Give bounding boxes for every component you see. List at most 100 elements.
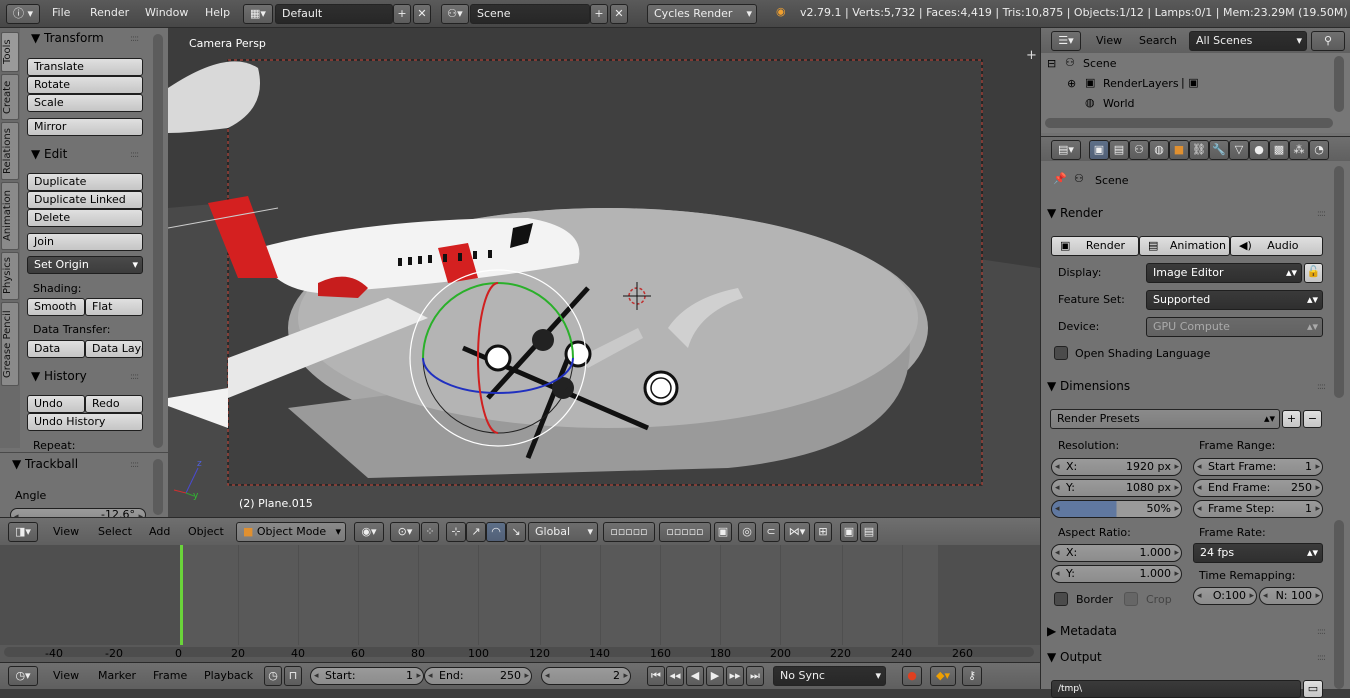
outliner-h-scrollbar[interactable] (1045, 118, 1333, 128)
prev-keyframe-button[interactable]: ◂◂ (666, 666, 684, 686)
menu-view[interactable]: View (1096, 34, 1122, 47)
layer-buttons-2[interactable]: ▫▫▫▫▫ (659, 522, 711, 542)
manipulate-center-button[interactable]: ⁘ (421, 522, 439, 542)
current-frame-field[interactable]: 2 (541, 667, 631, 685)
timeline-scrollbar[interactable] (4, 647, 1034, 657)
tab-object-context[interactable]: ■ (1169, 140, 1189, 160)
tab-physics-context[interactable]: ◔ (1309, 140, 1329, 160)
end-frame-prop-field[interactable]: End Frame: 250 (1193, 479, 1323, 497)
play-reverse-button[interactable]: ◀ (686, 666, 704, 686)
translate-button[interactable]: Translate (27, 58, 143, 76)
scale-button[interactable]: Scale (27, 94, 143, 112)
tab-constraints-context[interactable]: ⛓ (1189, 140, 1209, 160)
layout-name-field[interactable]: Default (275, 4, 393, 24)
menu-search[interactable]: Search (1139, 34, 1177, 47)
start-frame-field[interactable]: Start: 1 (310, 667, 424, 685)
transform-orientation-dropdown[interactable]: Global ▾ (528, 522, 598, 542)
snap-toggle[interactable]: ⊂ (762, 522, 780, 542)
tool-shelf-scrollbar[interactable] (153, 34, 163, 448)
menu-add[interactable]: Add (149, 525, 170, 538)
add-preset-button[interactable]: + (1282, 410, 1301, 428)
frame-rate-dropdown[interactable]: 24 fps ▴▾ (1193, 543, 1323, 563)
sync-mode-dropdown[interactable]: No Sync ▾ (773, 666, 886, 686)
animation-button[interactable]: ▤ Animation (1139, 236, 1230, 256)
metadata-panel-header[interactable]: ▶ Metadata:::: (1047, 624, 1327, 646)
render-button[interactable]: ▣ Render (1051, 236, 1139, 256)
frame-step-field[interactable]: Frame Step: 1 (1193, 500, 1323, 518)
panel-grip-icon[interactable]: :::: (130, 372, 139, 382)
resolution-y-field[interactable]: Y: 1080 px (1051, 479, 1182, 497)
jump-start-button[interactable]: ⏮ (647, 666, 665, 686)
viewport-shading-dropdown[interactable]: ◉▾ (354, 522, 384, 542)
panel-grip-icon[interactable]: :::: (130, 150, 139, 160)
aspect-x-field[interactable]: X: 1.000 (1051, 544, 1182, 562)
scale-manipulator-button[interactable]: ↘ (506, 522, 526, 542)
timeline-editor-type-button[interactable]: ◷▾ (8, 666, 38, 686)
preview-range-button[interactable]: ◷ (264, 666, 282, 686)
add-scene-button[interactable]: + (590, 4, 608, 24)
expand-icon[interactable]: ⊕ (1067, 77, 1076, 90)
redo-button[interactable]: Redo (85, 395, 143, 413)
tab-render-layers-context[interactable]: ▤ (1109, 140, 1129, 160)
outliner-search-button[interactable]: ⚲ (1311, 31, 1345, 51)
outliner-v-scrollbar[interactable] (1334, 56, 1344, 112)
menu-frame[interactable]: Frame (153, 669, 187, 682)
lock-range-button[interactable]: ⊓ (284, 666, 302, 686)
insert-keyframe-button[interactable]: ⚷ (962, 666, 982, 686)
snap-element-dropdown[interactable]: ⋈▾ (784, 522, 810, 542)
remove-preset-button[interactable]: − (1303, 410, 1322, 428)
edit-panel-header[interactable]: ▼ Edit (31, 147, 67, 161)
tab-material-context[interactable]: ● (1249, 140, 1269, 160)
tab-modifiers-context[interactable]: 🔧 (1209, 140, 1229, 160)
undo-history-button[interactable]: Undo History (27, 413, 143, 431)
render-animation-button[interactable]: ▤ (860, 522, 878, 542)
tab-grease-pencil[interactable]: Grease Pencil (1, 302, 19, 386)
end-frame-field[interactable]: End: 250 (424, 667, 532, 685)
properties-editor-type-button[interactable]: ▤▾ (1051, 140, 1081, 160)
menu-playback[interactable]: Playback (204, 669, 253, 682)
time-remap-old-field[interactable]: O:100 (1193, 587, 1257, 605)
menu-marker[interactable]: Marker (98, 669, 136, 682)
tab-physics[interactable]: Physics (1, 252, 19, 300)
properties-lower-scrollbar[interactable] (1334, 520, 1344, 689)
manipulator-toggle[interactable]: ⊹ (446, 522, 466, 542)
crop-checkbox[interactable] (1124, 592, 1138, 606)
tab-animation[interactable]: Animation (1, 182, 19, 250)
menu-file[interactable]: File (52, 6, 70, 19)
keying-set-dropdown[interactable]: ◆▾ (930, 666, 956, 686)
border-checkbox[interactable] (1054, 592, 1068, 606)
pin-icon[interactable]: 📌 (1053, 172, 1067, 185)
device-dropdown[interactable]: GPU Compute ▴▾ (1146, 317, 1323, 337)
duplicate-linked-button[interactable]: Duplicate Linked (27, 191, 143, 209)
set-origin-dropdown[interactable]: Set Origin ▾ (27, 256, 143, 274)
dimensions-panel-header[interactable]: ▼ Dimensions:::: (1047, 379, 1327, 401)
pivot-point-dropdown[interactable]: ⊙▾ (390, 522, 420, 542)
menu-view[interactable]: View (53, 525, 79, 538)
layer-buttons-1[interactable]: ▫▫▫▫▫ (603, 522, 655, 542)
menu-render[interactable]: Render (90, 6, 129, 19)
scene-name-field[interactable]: Scene (470, 4, 590, 24)
play-button[interactable]: ▶ (706, 666, 724, 686)
aspect-y-field[interactable]: Y: 1.000 (1051, 565, 1182, 583)
tab-tools[interactable]: Tools (1, 32, 19, 72)
output-path-field[interactable]: /tmp\ (1051, 680, 1301, 698)
snap-target-button[interactable]: ⊞ (814, 522, 832, 542)
operator-scrollbar[interactable] (153, 459, 163, 515)
tab-particles-context[interactable]: ⁂ (1289, 140, 1309, 160)
remove-layout-button[interactable]: ✕ (413, 4, 431, 24)
expand-icon[interactable]: ⊟ (1047, 57, 1056, 70)
plus-icon[interactable]: + (1026, 48, 1037, 63)
join-button[interactable]: Join (27, 233, 143, 251)
auto-keying-button[interactable]: ● (902, 666, 922, 686)
info-editor-type-button[interactable]: ⓘ ▾ (6, 4, 40, 24)
feature-set-dropdown[interactable]: Supported ▴▾ (1146, 290, 1323, 310)
render-presets-dropdown[interactable]: Render Presets ▴▾ (1050, 409, 1280, 429)
3d-viewport[interactable]: z y Camera Persp (2) Plane.015 + (168, 28, 1040, 517)
outliner-display-mode-dropdown[interactable]: All Scenes ▾ (1189, 31, 1307, 51)
panel-grip-icon[interactable]: :::: (130, 34, 139, 44)
duplicate-button[interactable]: Duplicate (27, 173, 143, 191)
data-button[interactable]: Data (27, 340, 85, 358)
render-still-button[interactable]: ▣ (840, 522, 858, 542)
lock-layers-button[interactable]: ▣ (714, 522, 732, 542)
render-engine-dropdown[interactable]: Cycles Render ▾ (647, 4, 757, 24)
